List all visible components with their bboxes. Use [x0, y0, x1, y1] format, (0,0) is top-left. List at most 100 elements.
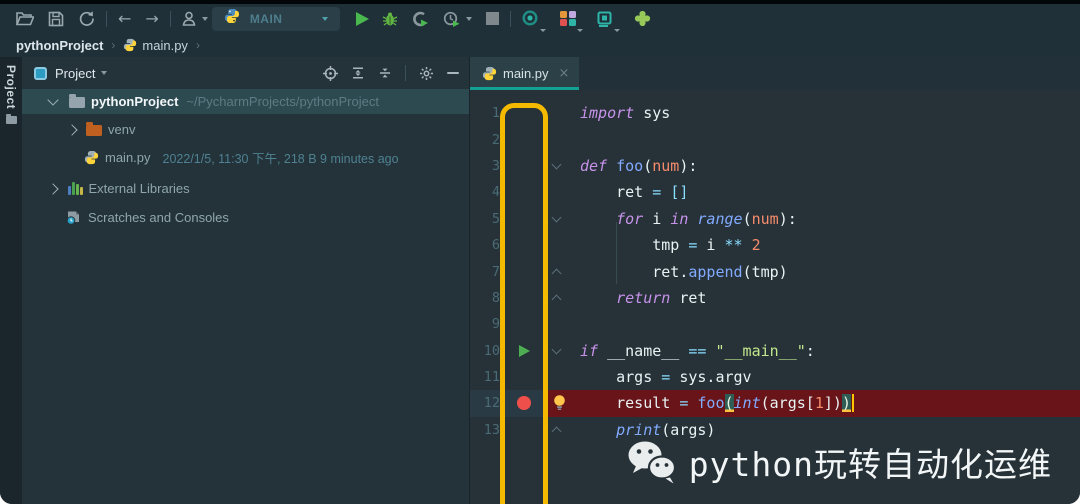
editor-gutter[interactable]: 3 — [470, 153, 548, 179]
tree-row-scratches[interactable]: Scratches and Consoles — [22, 205, 469, 230]
editor-gutter[interactable]: 5 — [470, 206, 548, 232]
breadcrumb-file[interactable]: main.py — [123, 38, 188, 53]
run-button[interactable] — [356, 8, 370, 30]
chevron-right-icon[interactable] — [47, 182, 59, 195]
code-line[interactable]: 4 ret = [] — [470, 179, 1080, 205]
breakpoint-icon[interactable] — [517, 396, 531, 411]
editor-gutter[interactable]: 1 — [470, 100, 548, 126]
chevron-down-icon[interactable] — [47, 94, 59, 106]
run-config-selector[interactable]: MAIN — [211, 6, 341, 31]
services-icon[interactable] — [560, 8, 583, 32]
intention-bulb-icon[interactable] — [552, 394, 567, 415]
editor: main.py × 1 import sys 2 3 def foo(num): 4 re… — [470, 57, 1080, 504]
debug-button[interactable] — [382, 8, 398, 30]
fold-icon[interactable] — [551, 294, 561, 305]
breadcrumb-separator: › — [111, 38, 116, 52]
locate-file-icon[interactable] — [323, 65, 338, 81]
editor-gutter[interactable]: 9 — [470, 311, 548, 337]
tree-main-py-label: main.py — [105, 150, 151, 165]
stripe-project-tab[interactable]: Project — [4, 65, 18, 109]
user-icon[interactable] — [182, 8, 208, 30]
code-text[interactable]: return ret — [564, 285, 1080, 311]
code-text[interactable]: args = sys.argv — [564, 364, 1080, 390]
code-line[interactable]: 3 def foo(num): — [470, 153, 1080, 179]
code-text[interactable]: tmp = i ** 2 — [564, 232, 1080, 258]
editor-gutter[interactable]: 13 — [470, 417, 548, 443]
tree-row-main-py[interactable]: main.py 2022/1/5, 11:30 下午, 218 B 9 minu… — [22, 145, 469, 170]
code-line[interactable]: 2 — [470, 126, 1080, 152]
code-text[interactable]: for i in range(num): — [564, 206, 1080, 232]
breadcrumb-separator: › — [195, 38, 200, 52]
code-line[interactable]: 9 — [470, 311, 1080, 337]
hide-panel-icon[interactable] — [447, 72, 459, 74]
stop-button[interactable] — [486, 8, 500, 30]
chevron-down-icon[interactable] — [101, 71, 108, 75]
tree-root-path: ~/PycharmProjects/pythonProject — [186, 94, 379, 109]
editor-gutter[interactable]: 4 — [470, 179, 548, 205]
tree-row-external-libraries[interactable]: External Libraries — [22, 176, 469, 201]
run-line-icon[interactable] — [518, 344, 530, 357]
fold-icon[interactable] — [551, 159, 561, 170]
forward-button[interactable]: → — [145, 8, 158, 30]
save-icon[interactable] — [48, 8, 64, 30]
code-line[interactable]: 7 ret. append (tmp) — [470, 258, 1080, 284]
editor-gutter[interactable]: 11 — [470, 364, 548, 390]
fold-icon[interactable] — [551, 426, 561, 437]
editor-gutter[interactable]: 8 — [470, 285, 548, 311]
code-text[interactable]: import sys — [564, 100, 1080, 126]
python-file-icon — [482, 66, 497, 81]
tree-row-root[interactable]: pythonProject ~/PycharmProjects/pythonPr… — [22, 89, 469, 114]
code-line[interactable]: 8 return ret — [470, 285, 1080, 311]
code-line[interactable]: 12 result = foo(int (args[1])) — [470, 390, 1080, 417]
editor-gutter[interactable]: 10 — [470, 338, 548, 364]
code-text[interactable]: if __name__ == "__main__": — [564, 338, 1080, 364]
profiler-button[interactable] — [443, 8, 473, 30]
editor-tabbar: main.py × — [470, 57, 1080, 90]
code-text[interactable] — [564, 311, 1080, 337]
libraries-icon — [68, 182, 83, 195]
tree-scratches-label: Scratches and Consoles — [88, 210, 229, 225]
line-number: 5 — [491, 210, 500, 227]
tool-window-icon[interactable] — [597, 8, 620, 32]
project-panel-header: Project — [22, 57, 469, 89]
code-text[interactable]: def foo(num): — [564, 153, 1080, 179]
fold-icon[interactable] — [551, 344, 561, 355]
expand-all-icon[interactable] — [351, 66, 365, 80]
coverage-button[interactable] — [412, 8, 429, 30]
project-panel-title[interactable]: Project — [55, 66, 95, 81]
open-folder-icon[interactable] — [16, 8, 34, 30]
code-line[interactable]: 11 args = sys.argv — [470, 364, 1080, 390]
code-line[interactable]: 5 for i in range(num): — [470, 206, 1080, 232]
fold-icon[interactable] — [551, 212, 561, 223]
tree-row-venv[interactable]: venv — [22, 117, 469, 142]
code-text[interactable] — [564, 126, 1080, 152]
editor-gutter[interactable]: 7 — [470, 258, 548, 284]
code-line[interactable]: 6 tmp = i ** 2 — [470, 232, 1080, 258]
breadcrumb-project[interactable]: pythonProject — [16, 38, 103, 53]
project-tool-icon[interactable] — [5, 114, 17, 125]
project-tree: pythonProject ~/PycharmProjects/pythonPr… — [22, 89, 469, 230]
tree-venv-label: venv — [108, 122, 136, 137]
code-line[interactable]: 10 if __name__ == "__main__": — [470, 338, 1080, 364]
editor-body[interactable]: 1 import sys 2 3 def foo(num): 4 ret = [] 5 fo… — [470, 90, 1080, 504]
collapse-all-icon[interactable] — [378, 66, 392, 80]
gear-icon[interactable] — [419, 66, 434, 81]
editor-gutter[interactable]: 2 — [470, 126, 548, 152]
chevron-right-icon[interactable] — [66, 123, 78, 136]
profiler-circle-icon[interactable] — [522, 8, 547, 32]
editor-gutter[interactable]: 6 — [470, 232, 548, 258]
line-number: 2 — [491, 131, 500, 148]
fold-icon[interactable] — [551, 268, 561, 278]
code-text[interactable]: result = foo(int (args[1])) — [564, 390, 1080, 417]
back-button[interactable]: ← — [118, 8, 131, 30]
tab-main-py[interactable]: main.py × — [470, 57, 580, 90]
code-text[interactable]: ret = [] — [564, 179, 1080, 205]
code-text[interactable]: ret. append (tmp) — [564, 258, 1080, 284]
chevron-down-icon — [201, 16, 208, 21]
code-line[interactable]: 1 import sys — [470, 100, 1080, 126]
plugins-icon[interactable] — [634, 8, 651, 30]
close-icon[interactable]: × — [559, 66, 570, 81]
watermark: python玩转自动化运维 — [625, 438, 1052, 486]
editor-gutter[interactable]: 12 — [470, 390, 548, 417]
sync-icon[interactable] — [78, 8, 95, 30]
